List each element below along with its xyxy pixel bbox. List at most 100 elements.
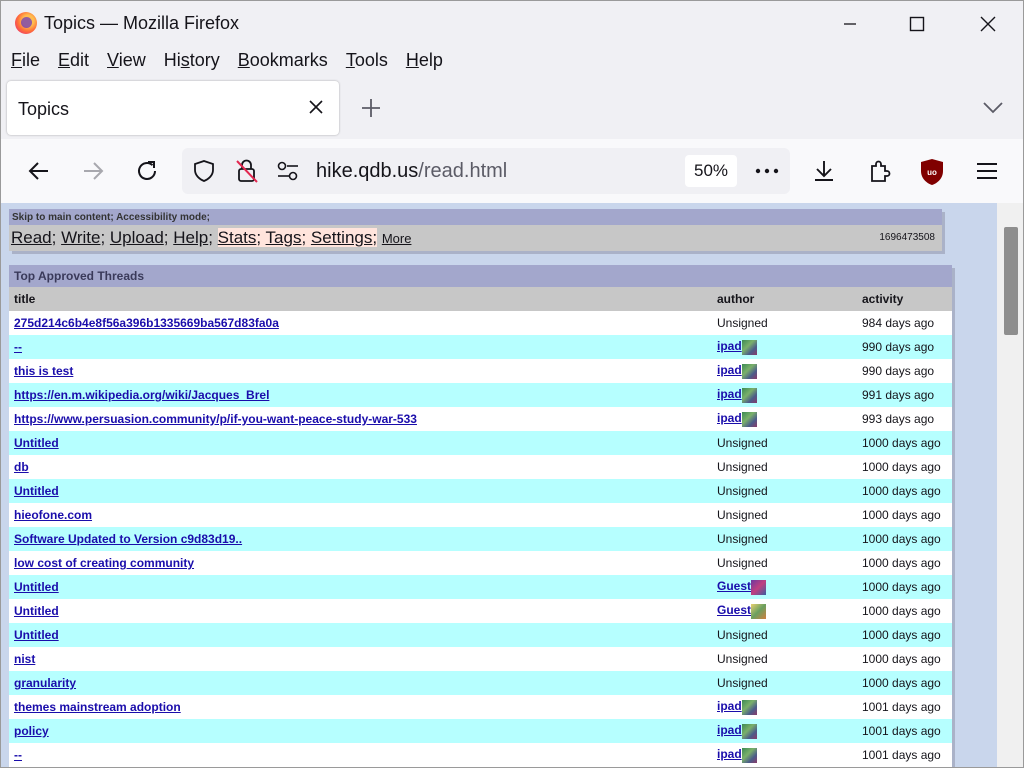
- table-row: https://www.persuasion.community/p/if-yo…: [9, 407, 952, 431]
- column-author-header[interactable]: author: [717, 287, 862, 311]
- table-row: themes mainstream adoption ipad 1001 days …: [9, 695, 952, 719]
- thread-title-link[interactable]: themes mainstream adoption: [14, 700, 181, 714]
- page-actions-more-icon[interactable]: [755, 168, 779, 174]
- page-timestamp: 1696473508: [879, 232, 935, 243]
- thread-title-link[interactable]: Untitled: [14, 604, 59, 618]
- thread-title-link[interactable]: https://www.persuasion.community/p/if-yo…: [14, 412, 417, 426]
- nav-settings-link[interactable]: Settings: [311, 228, 372, 247]
- new-tab-icon[interactable]: [357, 94, 385, 122]
- thread-title-link[interactable]: --: [14, 748, 22, 762]
- thread-title-link[interactable]: --: [14, 340, 22, 354]
- author-link[interactable]: Guest: [717, 603, 751, 617]
- menu-bar: File Edit View History Bookmarks Tools H…: [1, 45, 1023, 77]
- menu-edit[interactable]: Edit: [58, 50, 89, 77]
- author-name: Unsigned: [717, 532, 768, 546]
- download-icon: [815, 161, 833, 181]
- skip-links[interactable]: Skip to main content; Accessibility mode…: [9, 209, 942, 225]
- author-name: Unsigned: [717, 556, 768, 570]
- column-activity-header[interactable]: activity: [862, 287, 952, 311]
- threads-panel: Top Approved Threads title author activi…: [9, 265, 952, 767]
- url-text[interactable]: hike.qdb.us/read.html: [316, 160, 507, 183]
- nav-tags-link[interactable]: Tags: [266, 228, 302, 247]
- tracking-protection-shield-icon[interactable]: [192, 159, 216, 183]
- thread-title-link[interactable]: 275d214c6b4e8f56a396b1335669ba567d83fa0a: [14, 316, 279, 330]
- menu-bookmarks-key: B: [237, 50, 250, 70]
- author-avatar-icon: [751, 603, 767, 619]
- thread-title-link[interactable]: granularity: [14, 676, 76, 690]
- app-menu-button[interactable]: [969, 153, 1005, 189]
- cell-title: Untitled: [9, 575, 717, 599]
- close-window-button[interactable]: [965, 7, 1011, 41]
- thread-title-link[interactable]: low cost of creating community: [14, 556, 194, 570]
- reload-button[interactable]: [129, 153, 165, 189]
- author-link[interactable]: ipad: [717, 363, 742, 377]
- author-link[interactable]: ipad: [717, 339, 742, 353]
- ublock-origin-icon[interactable]: uo: [920, 158, 944, 186]
- author-avatar-icon: [741, 387, 757, 403]
- reload-icon: [138, 161, 156, 180]
- author-link[interactable]: ipad: [717, 723, 742, 737]
- nav-upload-link[interactable]: Upload: [110, 228, 164, 247]
- window-title: Topics — Mozilla Firefox: [44, 13, 240, 33]
- puzzle-piece-icon: [871, 160, 891, 182]
- nav-read-link[interactable]: Read: [11, 228, 52, 247]
- thread-title-link[interactable]: hieofone.com: [14, 508, 92, 522]
- menu-view[interactable]: View: [107, 50, 146, 77]
- tab-title: Topics: [18, 99, 70, 119]
- nav-help-link[interactable]: Help: [173, 228, 208, 247]
- menu-help[interactable]: Help: [406, 50, 443, 77]
- site-permissions-icon[interactable]: [276, 160, 300, 182]
- cell-activity: 1000 days ago: [862, 647, 952, 671]
- svg-text:uo: uo: [927, 168, 937, 177]
- scrollbar-thumb[interactable]: [1004, 227, 1018, 335]
- author-link[interactable]: ipad: [717, 387, 742, 401]
- insecure-lock-icon[interactable]: [234, 158, 260, 184]
- forward-button[interactable]: [75, 153, 111, 189]
- thread-title-link[interactable]: https://en.m.wikipedia.org/wiki/Jacques_…: [14, 388, 269, 402]
- thread-title-link[interactable]: Untitled: [14, 628, 59, 642]
- minimize-button[interactable]: [827, 7, 873, 41]
- downloads-button[interactable]: [806, 153, 842, 189]
- menu-file[interactable]: File: [11, 50, 40, 77]
- thread-title-link[interactable]: this is test: [14, 364, 73, 378]
- nav-stats-link[interactable]: Stats: [218, 228, 257, 247]
- menu-view-key: V: [107, 50, 119, 70]
- nav-more-link[interactable]: More: [382, 231, 412, 246]
- tab-topics[interactable]: Topics: [7, 81, 339, 135]
- author-link[interactable]: ipad: [717, 747, 742, 761]
- thread-title-link[interactable]: Software Updated to Version c9d83d19..: [14, 532, 242, 546]
- thread-title-link[interactable]: nist: [14, 652, 35, 666]
- zoom-reset-button[interactable]: 50%: [685, 155, 737, 187]
- menu-history-rest: tory: [189, 50, 220, 70]
- cell-activity: 1000 days ago: [862, 551, 952, 575]
- cell-activity: 1001 days ago: [862, 695, 952, 719]
- nav-write-link[interactable]: Write: [61, 228, 100, 247]
- back-button[interactable]: [21, 153, 57, 189]
- menu-history[interactable]: History: [164, 50, 220, 77]
- thread-title-link[interactable]: policy: [14, 724, 49, 738]
- cell-author: Unsigned: [717, 455, 862, 479]
- tab-close-icon[interactable]: [307, 98, 325, 116]
- extensions-button[interactable]: [861, 153, 897, 189]
- nav-settings-label: Settings: [310, 228, 373, 247]
- author-link[interactable]: Guest: [717, 579, 751, 593]
- list-all-tabs-icon[interactable]: [979, 95, 1007, 119]
- url-bar[interactable]: hike.qdb.us/read.html 50%: [182, 148, 790, 194]
- nav-read-label: Read: [11, 228, 52, 247]
- cell-activity: 1000 days ago: [862, 431, 952, 455]
- maximize-button[interactable]: [894, 7, 940, 41]
- cell-author: ipad: [717, 695, 862, 719]
- thread-title-link[interactable]: db: [14, 460, 29, 474]
- column-title-header[interactable]: title: [9, 287, 717, 311]
- thread-title-link[interactable]: Untitled: [14, 580, 59, 594]
- thread-title-link[interactable]: Untitled: [14, 436, 59, 450]
- forward-arrow-icon: [84, 162, 104, 180]
- menu-tools[interactable]: Tools: [346, 50, 388, 77]
- menu-bookmarks[interactable]: Bookmarks: [238, 50, 328, 77]
- author-link[interactable]: ipad: [717, 411, 742, 425]
- nav-help-label: Help: [173, 228, 209, 247]
- thread-title-link[interactable]: Untitled: [14, 484, 59, 498]
- author-name: Unsigned: [717, 436, 768, 450]
- author-link[interactable]: ipad: [717, 699, 742, 713]
- url-host: hike.qdb.us: [316, 160, 419, 182]
